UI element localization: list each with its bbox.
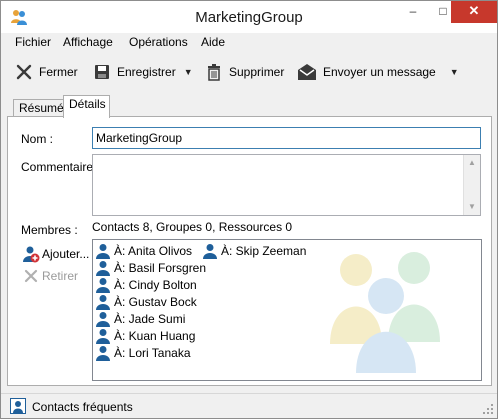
member-name: À: Gustav Bock — [114, 295, 197, 309]
add-member-button[interactable]: Ajouter... — [22, 245, 89, 263]
save-button-label: Enregistrer — [117, 65, 176, 79]
member-name: À: Kuan Huang — [114, 329, 196, 343]
list-item[interactable]: À: Cindy Bolton — [95, 277, 197, 293]
close-x-icon — [16, 64, 32, 80]
comments-field[interactable]: ▲ ▼ — [92, 154, 481, 216]
member-name: À: Basil Forsgren — [114, 261, 207, 275]
minimize-button[interactable]: – — [399, 1, 427, 23]
remove-member-button[interactable]: Retirer — [22, 267, 78, 285]
contact-icon — [203, 244, 217, 259]
delete-button[interactable]: Supprimer — [205, 61, 284, 83]
delete-button-label: Supprimer — [229, 65, 285, 79]
menu-bar: Fichier Affichage Opérations Aide — [1, 33, 497, 53]
list-item[interactable]: À: Gustav Bock — [95, 294, 197, 310]
close-button-label: Fermer — [39, 65, 78, 79]
menu-operations[interactable]: Opérations — [129, 35, 188, 49]
status-text[interactable]: Contacts fréquents — [32, 400, 133, 414]
save-disk-icon — [95, 65, 109, 79]
save-button[interactable]: Enregistrer ▼ — [93, 61, 193, 83]
member-name: À: Anita Olivos — [114, 244, 193, 258]
close-window-button[interactable]: ✕ — [451, 1, 497, 23]
send-message-label: Envoyer un message — [323, 65, 436, 79]
save-dropdown-arrow-icon[interactable]: ▼ — [184, 67, 193, 77]
add-contact-icon — [23, 246, 40, 263]
member-name: À: Lori Tanaka — [114, 346, 191, 360]
list-item[interactable]: À: Kuan Huang — [95, 328, 195, 344]
contact-icon — [96, 261, 110, 276]
remove-x-icon — [24, 269, 38, 283]
member-name: À: Skip Zeeman — [221, 244, 307, 258]
contact-icon — [96, 278, 110, 293]
tab-strip: Résumé Détails — [1, 95, 497, 118]
send-message-button[interactable]: Envoyer un message ▼ — [297, 61, 459, 83]
remove-member-label: Retirer — [42, 269, 79, 283]
contact-icon — [96, 312, 110, 327]
tab-details[interactable]: Détails — [63, 95, 110, 118]
menu-fichier[interactable]: Fichier — [15, 35, 51, 49]
details-panel: Nom : MarketingGroup Commentaires : ▲ ▼ … — [7, 116, 492, 386]
members-summary: Contacts 8, Groupes 0, Ressources 0 — [92, 220, 293, 234]
add-member-label: Ajouter... — [42, 247, 90, 261]
contact-icon — [96, 329, 110, 344]
status-bar: Contacts fréquents — [1, 393, 497, 418]
resize-grip-icon[interactable] — [482, 403, 494, 415]
trash-icon — [208, 64, 220, 81]
name-field[interactable]: MarketingGroup — [92, 127, 481, 149]
menu-aide[interactable]: Aide — [201, 35, 225, 49]
close-button[interactable]: Fermer — [15, 61, 78, 83]
group-window: MarketingGroup – □ ✕ Fichier Affichage O… — [0, 0, 498, 419]
list-item[interactable]: À: Anita Olivos — [95, 243, 192, 259]
list-item[interactable]: À: Basil Forsgren — [95, 260, 206, 276]
name-label: Nom : — [21, 132, 54, 146]
title-bar: MarketingGroup – □ ✕ — [1, 1, 497, 33]
send-dropdown-arrow-icon[interactable]: ▼ — [450, 67, 459, 77]
tab-resume[interactable]: Résumé — [13, 99, 64, 117]
group-watermark-icon — [330, 252, 440, 373]
frequent-contacts-icon[interactable] — [10, 398, 26, 414]
contact-icon — [96, 346, 110, 361]
list-item[interactable]: À: Jade Sumi — [95, 311, 185, 327]
contact-icon — [96, 295, 110, 310]
member-name: À: Cindy Bolton — [114, 278, 197, 292]
comments-scrollbar[interactable]: ▲ ▼ — [463, 155, 480, 215]
member-name: À: Jade Sumi — [114, 312, 186, 326]
scroll-down-icon[interactable]: ▼ — [464, 199, 480, 215]
envelope-icon — [298, 64, 316, 80]
scroll-up-icon[interactable]: ▲ — [464, 155, 480, 171]
members-list[interactable]: À: Anita Olivos À: Skip Zeeman À: Basil … — [92, 239, 482, 381]
list-item[interactable]: À: Skip Zeeman — [202, 243, 306, 259]
list-item[interactable]: À: Lori Tanaka — [95, 345, 191, 361]
toolbar: Fermer Enregistrer ▼ Supprimer Envoyer u… — [1, 53, 497, 91]
members-label: Membres : — [21, 223, 78, 237]
contact-icon — [96, 244, 110, 259]
menu-affichage[interactable]: Affichage — [63, 35, 113, 49]
